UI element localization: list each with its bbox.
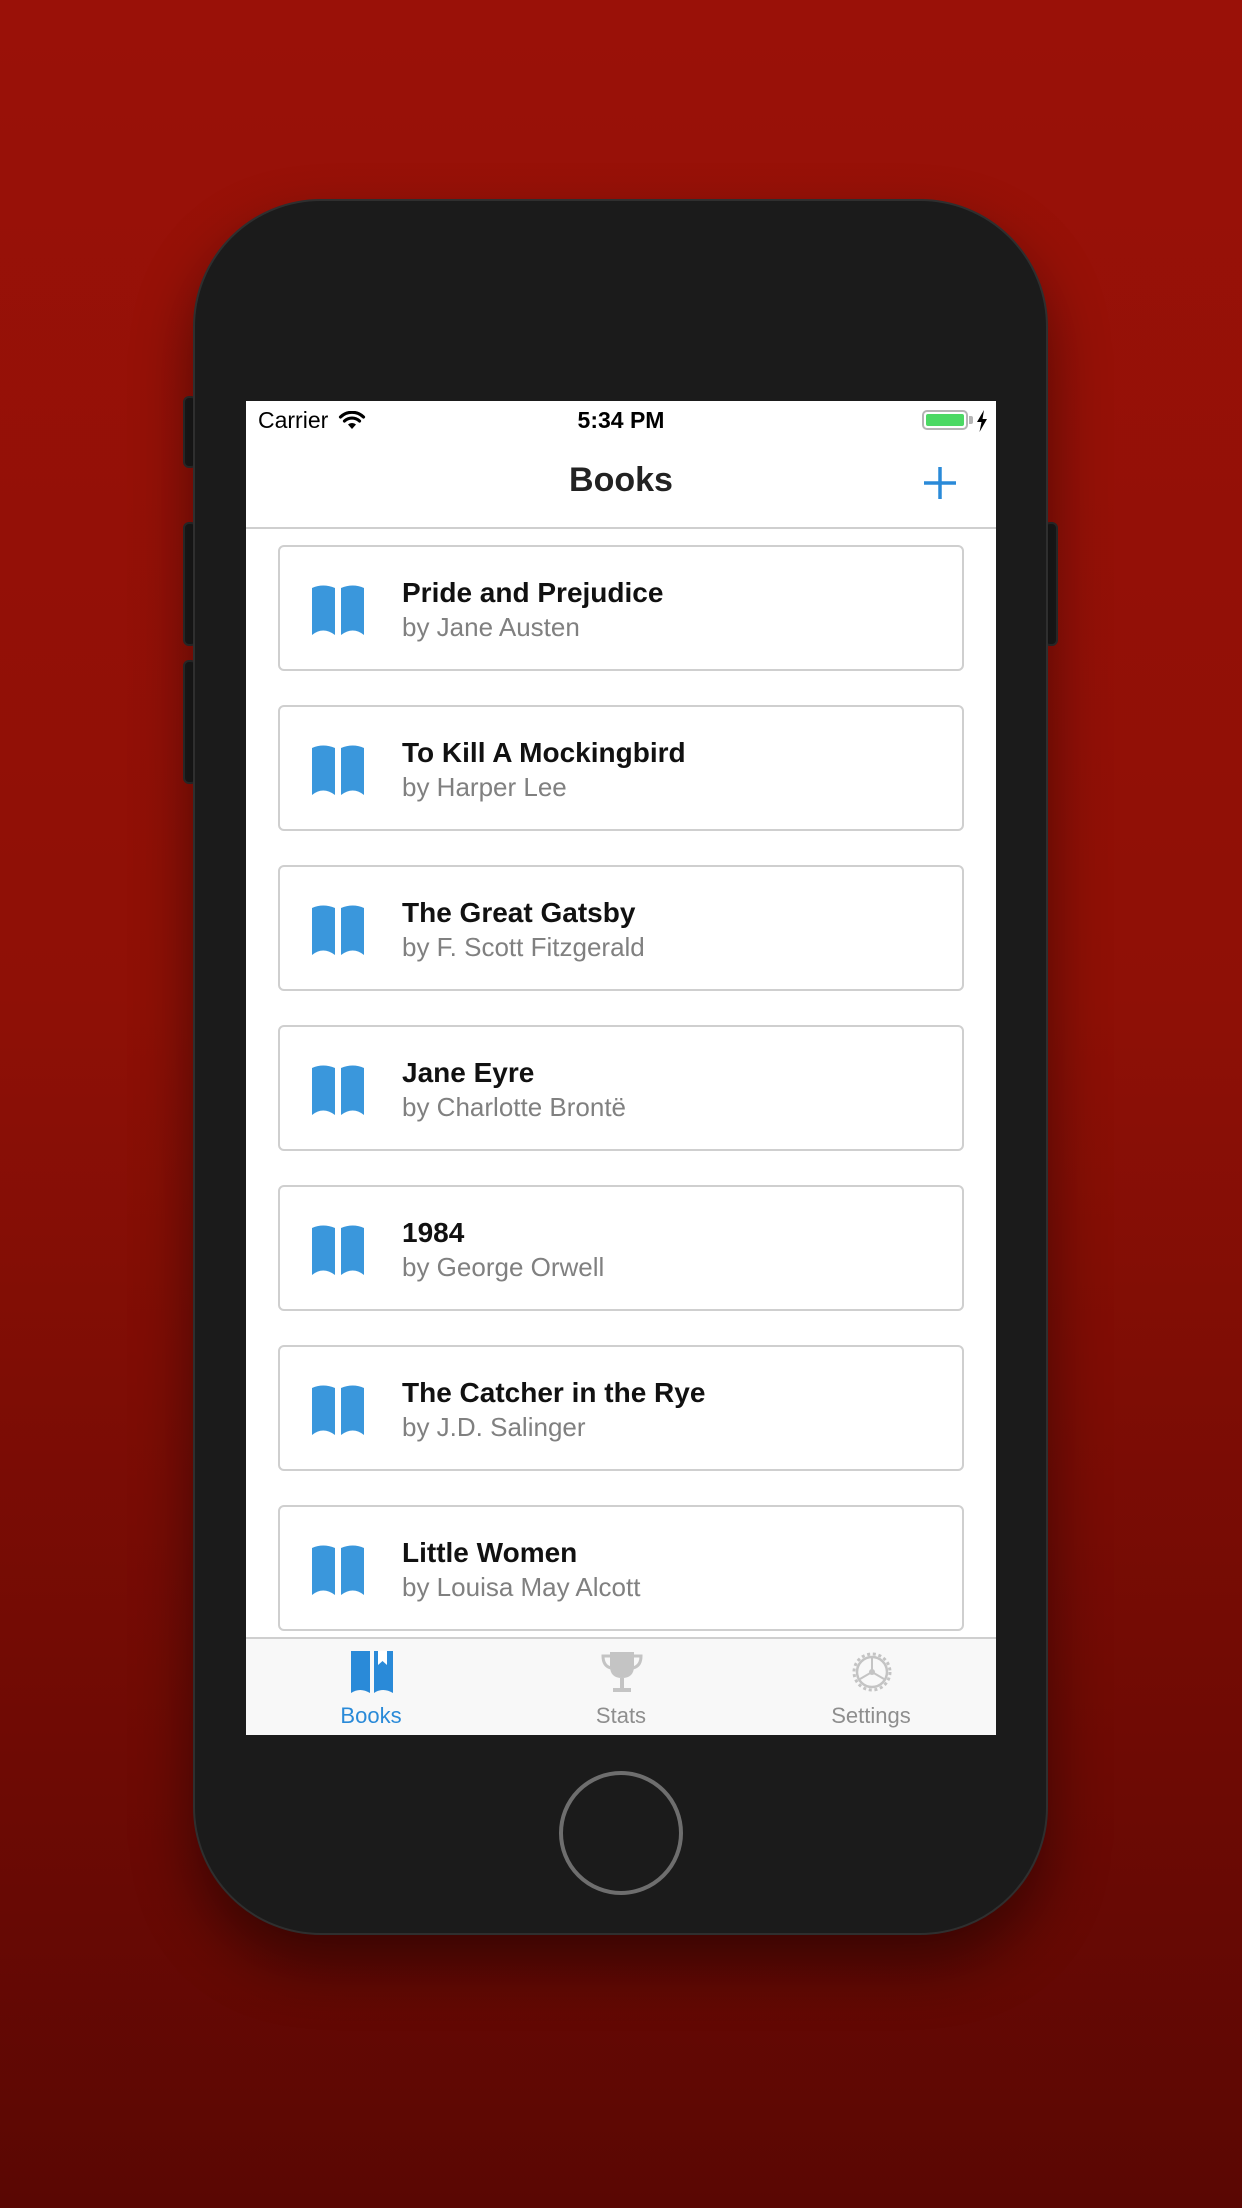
book-title: Jane Eyre bbox=[402, 1057, 535, 1088]
battery-icon bbox=[922, 410, 968, 430]
tab-books[interactable]: Books bbox=[246, 1639, 496, 1735]
book-title: 1984 bbox=[402, 1217, 465, 1248]
tab-label: Books bbox=[340, 1703, 402, 1728]
open-book-icon bbox=[312, 1545, 364, 1595]
book-title: The Catcher in the Rye bbox=[402, 1377, 706, 1408]
open-book-icon bbox=[312, 1385, 364, 1435]
book-list-item[interactable]: Jane Eyre by Charlotte Brontë bbox=[278, 1025, 964, 1151]
book-author: by Jane Austen bbox=[402, 612, 580, 642]
open-book-icon bbox=[312, 905, 364, 955]
book-author: by J.D. Salinger bbox=[402, 1412, 586, 1442]
book-author: by Harper Lee bbox=[402, 772, 567, 802]
open-book-icon bbox=[312, 745, 364, 795]
battery-level-fill bbox=[926, 414, 964, 426]
tab-stats[interactable]: Stats bbox=[496, 1639, 746, 1735]
tab-label: Stats bbox=[595, 1703, 647, 1728]
tab-label: Settings bbox=[831, 1703, 911, 1728]
bookmark-book-icon bbox=[351, 1651, 393, 1693]
book-title: The Great Gatsby bbox=[402, 897, 636, 928]
book-list-item[interactable]: Pride and Prejudice by Jane Austen bbox=[278, 545, 964, 671]
page-title: Books bbox=[569, 461, 673, 499]
tab-settings[interactable]: Settings bbox=[746, 1639, 996, 1735]
charging-bolt-icon bbox=[977, 410, 987, 432]
book-list-item[interactable]: The Catcher in the Rye by J.D. Salinger bbox=[278, 1345, 964, 1471]
status-bar: Carrier 5:34 PM bbox=[246, 401, 996, 441]
gear-icon bbox=[852, 1652, 892, 1692]
tab-bar: Books Stats Settings bbox=[246, 1637, 996, 1735]
add-book-button[interactable] bbox=[920, 463, 960, 503]
book-author: by F. Scott Fitzgerald bbox=[402, 932, 645, 962]
book-title: To Kill A Mockingbird bbox=[402, 737, 686, 768]
book-list-item[interactable]: Little Women by Louisa May Alcott bbox=[278, 1505, 964, 1631]
navigation-bar: Books bbox=[246, 441, 996, 529]
app-screen: Carrier 5:34 PM Books Pride and Prejudic… bbox=[246, 401, 996, 1735]
book-author: by Charlotte Brontë bbox=[402, 1092, 627, 1122]
open-book-icon bbox=[312, 1225, 364, 1275]
plus-icon bbox=[924, 467, 956, 499]
book-title: Pride and Prejudice bbox=[402, 577, 664, 608]
status-time: 5:34 PM bbox=[577, 407, 665, 433]
battery-tip bbox=[969, 416, 973, 424]
book-author: by George Orwell bbox=[402, 1252, 605, 1282]
trophy-icon bbox=[601, 1652, 643, 1692]
book-author: by Louisa May Alcott bbox=[402, 1572, 641, 1602]
open-book-icon bbox=[312, 1065, 364, 1115]
book-list[interactable]: Pride and Prejudice by Jane Austen To Ki… bbox=[246, 529, 996, 1637]
book-title: Little Women bbox=[402, 1537, 578, 1568]
book-list-item[interactable]: The Great Gatsby by F. Scott Fitzgerald bbox=[278, 865, 964, 991]
book-list-item[interactable]: To Kill A Mockingbird by Harper Lee bbox=[278, 705, 964, 831]
open-book-icon bbox=[312, 585, 364, 635]
book-list-item[interactable]: 1984 by George Orwell bbox=[278, 1185, 964, 1311]
home-button[interactable] bbox=[559, 1771, 683, 1895]
